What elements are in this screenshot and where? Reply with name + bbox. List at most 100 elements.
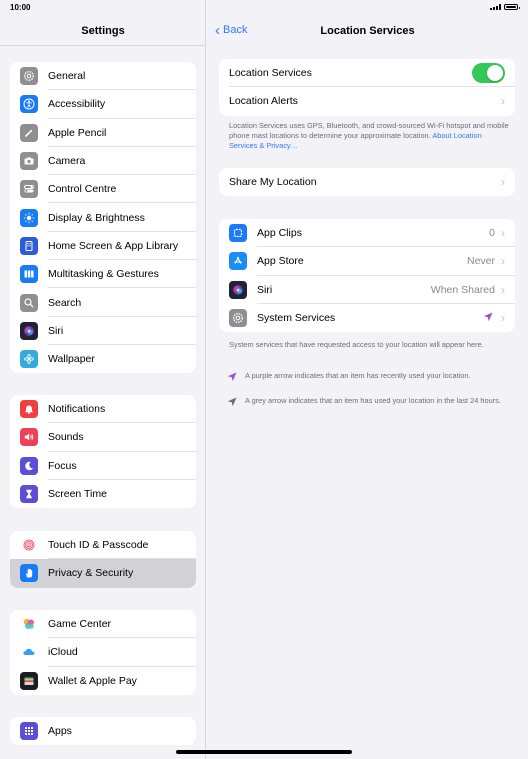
hourglass-icon bbox=[20, 485, 38, 504]
sidebar-header-divider bbox=[0, 45, 206, 46]
status-time: 10:00 bbox=[10, 3, 31, 12]
sidebar-item-general[interactable]: General bbox=[10, 62, 196, 91]
settings-sidebar: 10:00 Settings General Accessibility App… bbox=[0, 0, 206, 759]
chevron-right-icon: › bbox=[501, 254, 505, 269]
apps-location-card: App Clips 0 › App Store Never › Siri Whe… bbox=[219, 219, 515, 333]
sidebar-item-label: Search bbox=[48, 296, 82, 309]
location-services-row: Location Services bbox=[219, 59, 515, 88]
chevron-right-icon: › bbox=[501, 94, 505, 109]
sidebar-item-label: iCloud bbox=[48, 646, 78, 659]
sidebar-item-privacy-security[interactable]: Privacy & Security bbox=[10, 559, 196, 588]
sidebar-item-touch-id[interactable]: Touch ID & Passcode bbox=[10, 531, 196, 560]
switches-icon bbox=[20, 180, 38, 199]
sidebar-item-camera[interactable]: Camera bbox=[10, 147, 196, 176]
sidebar-item-accessibility[interactable]: Accessibility bbox=[10, 90, 196, 119]
sidebar-group-security: Touch ID & Passcode Privacy & Security bbox=[10, 531, 196, 588]
fingerprint-icon bbox=[20, 536, 38, 555]
sidebar-item-siri[interactable]: Siri bbox=[10, 317, 196, 346]
chevron-right-icon: › bbox=[501, 226, 505, 241]
location-services-card: Location Services Location Alerts › bbox=[219, 59, 515, 116]
bell-icon bbox=[20, 400, 38, 419]
chevron-right-icon: › bbox=[501, 175, 505, 190]
sidebar-item-apple-pencil[interactable]: Apple Pencil bbox=[10, 119, 196, 148]
app-permission-value: Never bbox=[466, 255, 495, 268]
sidebar-item-icloud[interactable]: iCloud bbox=[10, 638, 196, 667]
sidebar-item-label: Privacy & Security bbox=[48, 567, 134, 580]
location-arrow-purple-icon bbox=[227, 372, 239, 385]
app-permission-value: When Shared bbox=[430, 283, 495, 296]
cloud-icon bbox=[20, 643, 38, 662]
sidebar-item-label: Camera bbox=[48, 155, 86, 168]
status-icons bbox=[490, 4, 520, 10]
ipad-screen: 10:00 Settings General Accessibility App… bbox=[0, 0, 528, 759]
purple-arrow-note: A purple arrow indicates that an item ha… bbox=[245, 371, 471, 380]
sidebar-item-focus[interactable]: Focus bbox=[10, 452, 196, 481]
accessibility-icon bbox=[20, 95, 38, 114]
location-alerts-label: Location Alerts bbox=[229, 95, 298, 108]
app-row-app-store[interactable]: App Store Never › bbox=[219, 247, 515, 276]
wallet-icon bbox=[20, 671, 38, 690]
sidebar-item-display-brightness[interactable]: Display & Brightness bbox=[10, 203, 196, 233]
home-indicator[interactable] bbox=[176, 750, 352, 754]
sidebar-item-label: Sounds bbox=[48, 431, 84, 444]
sidebar-group-general: General Accessibility Apple Pencil Camer… bbox=[10, 62, 196, 374]
app-row-siri[interactable]: Siri When Shared › bbox=[219, 276, 515, 305]
system-services-note: System services that have requested acce… bbox=[229, 340, 484, 349]
sidebar-item-home-screen[interactable]: Home Screen & App Library bbox=[10, 232, 196, 261]
siri-icon bbox=[20, 321, 38, 340]
location-services-toggle[interactable] bbox=[472, 63, 505, 84]
siri-icon bbox=[229, 280, 247, 299]
sidebar-item-label: Multitasking & Gestures bbox=[48, 268, 159, 281]
sidebar-item-label: Focus bbox=[48, 459, 77, 472]
apps-grid-icon bbox=[20, 722, 38, 741]
sidebar-item-label: Accessibility bbox=[48, 98, 106, 111]
flower-icon bbox=[20, 350, 38, 369]
location-alerts-row[interactable]: Location Alerts › bbox=[219, 87, 515, 115]
sidebar-item-label: Home Screen & App Library bbox=[48, 239, 179, 252]
game-center-icon bbox=[20, 615, 38, 634]
grey-arrow-legend: A grey arrow indicates that an item has … bbox=[227, 396, 507, 410]
cellular-signal-icon bbox=[490, 4, 501, 10]
search-icon bbox=[20, 293, 38, 312]
sidebar-item-search[interactable]: Search bbox=[10, 288, 196, 317]
purple-arrow-legend: A purple arrow indicates that an item ha… bbox=[227, 371, 507, 385]
sidebar-item-apps[interactable]: Apps bbox=[10, 717, 196, 745]
home-screen-icon bbox=[20, 236, 38, 255]
sidebar-item-multitasking[interactable]: Multitasking & Gestures bbox=[10, 260, 196, 289]
location-arrow-purple-icon bbox=[483, 312, 493, 325]
app-row-app-clips[interactable]: App Clips 0 › bbox=[219, 219, 515, 248]
sidebar-item-label: Siri bbox=[48, 324, 64, 337]
sidebar-item-label: Control Centre bbox=[48, 183, 117, 196]
app-permission-value: 0 bbox=[489, 227, 495, 240]
app-name: App Store bbox=[257, 255, 304, 268]
location-arrow-grey-icon bbox=[227, 397, 239, 410]
sidebar-group-apps: Apps bbox=[10, 717, 196, 746]
chevron-right-icon: › bbox=[501, 282, 505, 297]
sidebar-item-label: Game Center bbox=[48, 618, 112, 631]
app-name: System Services bbox=[257, 312, 336, 325]
sidebar-item-notifications[interactable]: Notifications bbox=[10, 395, 196, 424]
multitasking-icon bbox=[20, 265, 38, 284]
sidebar-item-sounds[interactable]: Sounds bbox=[10, 423, 196, 452]
sidebar-item-label: Wallet & Apple Pay bbox=[48, 674, 137, 687]
battery-icon bbox=[504, 4, 520, 10]
sidebar-item-label: General bbox=[48, 70, 86, 83]
share-my-location-label: Share My Location bbox=[229, 176, 317, 189]
sidebar-item-label: Display & Brightness bbox=[48, 211, 145, 224]
app-row-system-services[interactable]: System Services › bbox=[219, 304, 515, 332]
camera-icon bbox=[20, 152, 38, 171]
gear-icon bbox=[20, 67, 38, 86]
share-my-location-row[interactable]: Share My Location › bbox=[219, 168, 515, 196]
chevron-right-icon: › bbox=[501, 311, 505, 326]
app-store-icon bbox=[229, 252, 247, 271]
sidebar-item-label: Apple Pencil bbox=[48, 126, 107, 139]
sidebar-item-wallpaper[interactable]: Wallpaper bbox=[10, 345, 196, 373]
sidebar-item-screen-time[interactable]: Screen Time bbox=[10, 480, 196, 508]
sidebar-item-game-center[interactable]: Game Center bbox=[10, 610, 196, 639]
sidebar-item-control-centre[interactable]: Control Centre bbox=[10, 175, 196, 204]
grey-arrow-note: A grey arrow indicates that an item has … bbox=[245, 396, 501, 405]
page-title: Location Services bbox=[320, 25, 415, 37]
sidebar-item-wallet[interactable]: Wallet & Apple Pay bbox=[10, 667, 196, 695]
hand-icon bbox=[20, 564, 38, 583]
location-services-pane: ‹ Back Location Services Location Servic… bbox=[207, 0, 528, 759]
